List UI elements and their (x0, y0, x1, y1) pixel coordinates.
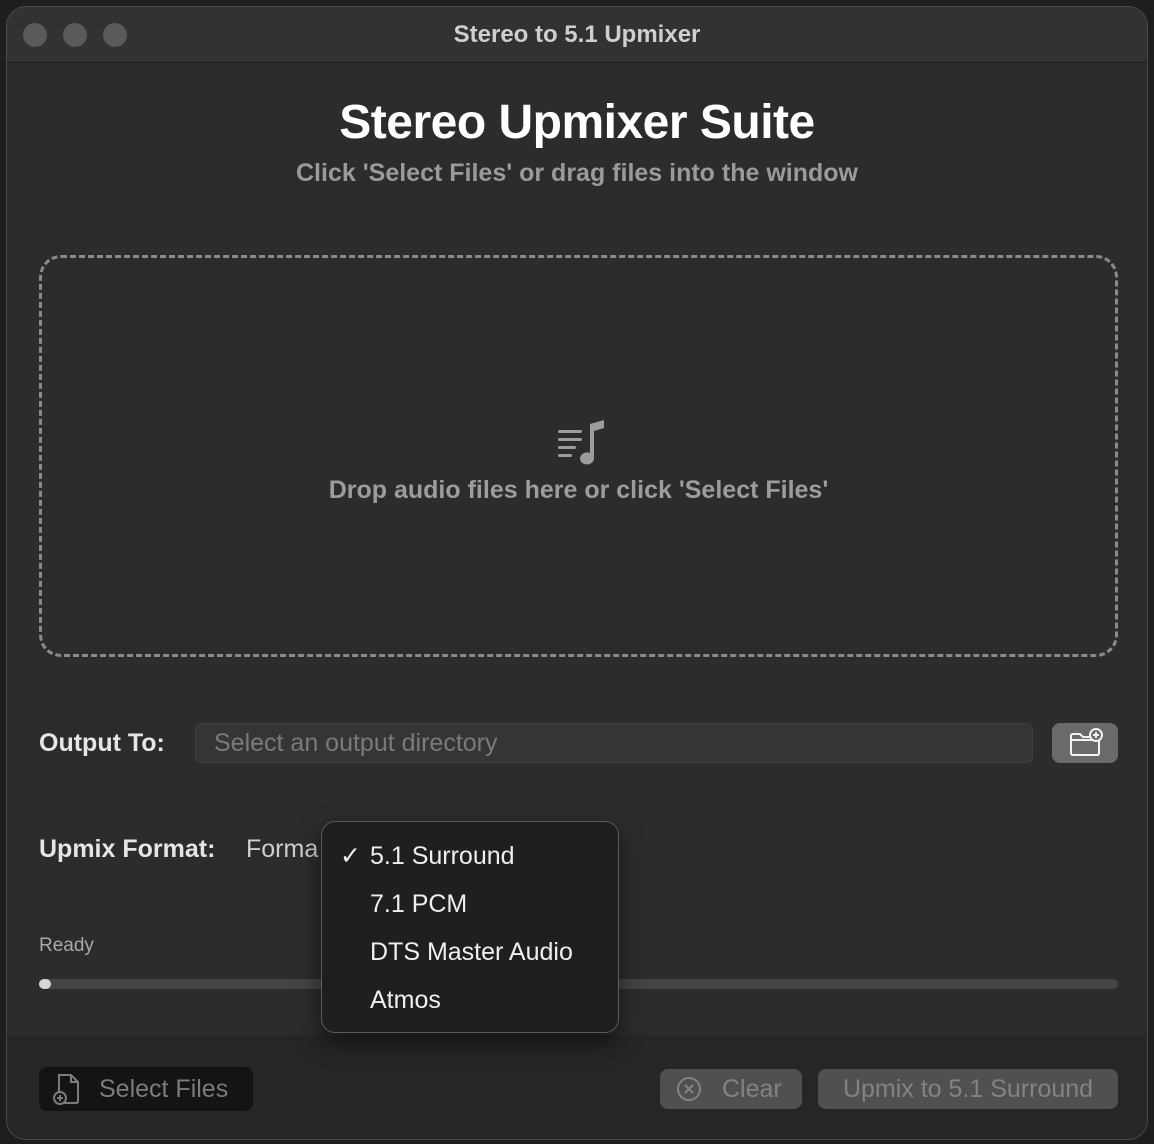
format-option-dts-master-audio[interactable]: DTS Master Audio (322, 930, 618, 974)
drop-zone-text: Drop audio files here or click 'Select F… (328, 476, 829, 504)
status-text: Ready (39, 935, 94, 956)
output-directory-field[interactable]: Select an output directory (195, 723, 1033, 763)
add-document-icon (53, 1074, 79, 1105)
folder-add-icon (1070, 728, 1103, 756)
format-option-atmos[interactable]: Atmos (322, 978, 618, 1022)
format-option-7-1-pcm[interactable]: 7.1 PCM (322, 882, 618, 926)
format-dropdown-menu: ✓ 5.1 Surround 7.1 PCM DTS Master Audio … (321, 821, 619, 1033)
choose-folder-button[interactable] (1052, 723, 1118, 763)
select-files-label: Select Files (99, 1075, 229, 1103)
clear-button[interactable]: Clear (660, 1069, 802, 1109)
window-title: Stereo to 5.1 Upmixer (453, 21, 701, 48)
clear-x-circle-icon (677, 1077, 701, 1101)
format-option-5-1-surround[interactable]: ✓ 5.1 Surround (322, 834, 618, 878)
title-bar: Stereo to 5.1 Upmixer (7, 7, 1147, 63)
format-select[interactable]: Forma (246, 835, 318, 864)
page-title: Stereo Upmixer Suite (339, 96, 815, 149)
checkmark-icon: ✓ (340, 842, 361, 870)
page-subtitle: Click 'Select Files' or drag files into … (296, 159, 858, 187)
progress-fill (39, 979, 51, 989)
music-list-icon (558, 420, 604, 465)
app-window: Stereo to 5.1 Upmixer Stereo Upmixer Sui… (6, 6, 1148, 1140)
select-files-button[interactable]: Select Files (39, 1067, 253, 1111)
upmix-button[interactable]: Upmix to 5.1 Surround (818, 1069, 1118, 1109)
file-drop-zone[interactable]: Drop audio files here or click 'Select F… (39, 255, 1118, 657)
upmix-format-label: Upmix Format: (39, 835, 216, 863)
clear-label: Clear (722, 1075, 782, 1103)
output-label: Output To: (39, 729, 165, 757)
